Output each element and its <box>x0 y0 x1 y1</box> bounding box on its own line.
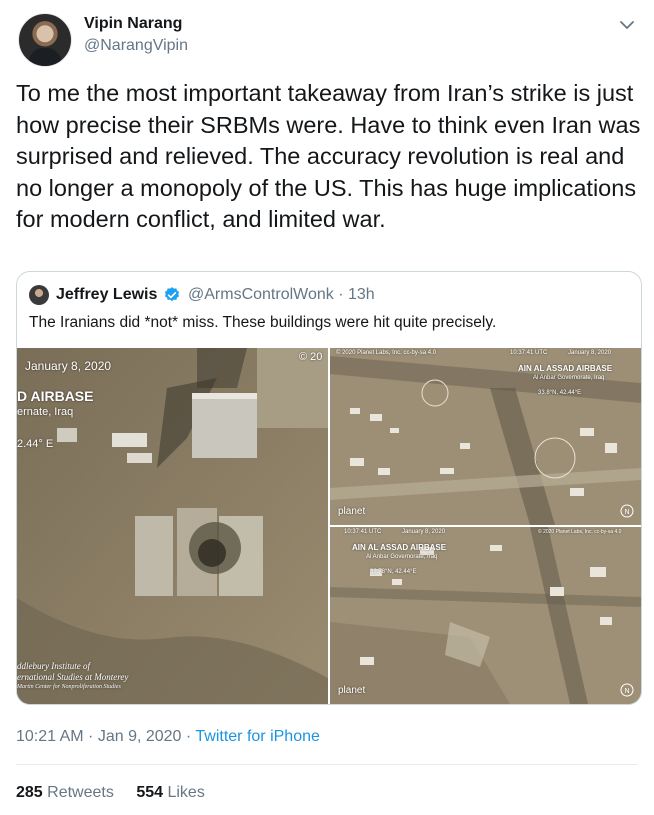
left-image-date: January 8, 2020 <box>25 359 112 373</box>
tr-image-logo: planet <box>338 506 366 517</box>
br-image-title: AIN AL ASSAD AIRBASE <box>352 543 447 552</box>
divider-top <box>16 764 638 765</box>
tweet-text: To me the most important takeaway from I… <box>16 80 641 232</box>
tr-image-copyright: © 2020 Planet Labs, Inc. cc-by-sa 4.0 <box>336 350 437 356</box>
tr-image-date: January 8, 2020 <box>568 350 612 356</box>
svg-text:N: N <box>624 509 629 516</box>
left-image-credit-1: ddlebury Institute of <box>17 661 90 671</box>
tr-image-coordinates: 33.8°N, 42.44°E <box>538 390 582 396</box>
left-image-copyright: © 20 <box>299 351 323 363</box>
br-image-subtitle: Al Anbar Governorate, Iraq <box>366 554 438 560</box>
quoted-text: The Iranians did *not* miss. These build… <box>29 314 497 331</box>
br-image-coordinates: 33.78°N, 42.44°E <box>370 569 417 575</box>
retweets-count: 285 <box>16 784 43 801</box>
retweets-label: Retweets <box>47 784 114 801</box>
quoted-author-avatar[interactable] <box>29 285 49 305</box>
quoted-tweet[interactable]: Jeffrey Lewis @ArmsControlWonk · 13h The… <box>16 271 642 705</box>
tr-image-time: 10:37:41 UTC <box>510 350 548 356</box>
satellite-image-overview-1[interactable]: © 2020 Planet Labs, Inc. cc-by-sa 4.0 10… <box>330 348 641 525</box>
tweet-date[interactable]: Jan 9, 2020 <box>98 728 182 745</box>
likes-stat[interactable]: 554 Likes <box>136 784 205 801</box>
verified-badge-icon <box>164 287 180 302</box>
media-grid: January 8, 2020 © 20 D AIRBASE ernate, I… <box>17 348 641 704</box>
svg-text:N: N <box>624 688 629 695</box>
author-handle[interactable]: @NarangVipin <box>84 37 188 55</box>
likes-label: Likes <box>167 784 205 801</box>
tweet-meta: 10:21 AM · Jan 9, 2020 · Twitter for iPh… <box>16 728 320 746</box>
left-image-title: D AIRBASE <box>17 388 94 404</box>
tweet-header: Vipin Narang @NarangVipin <box>16 10 638 67</box>
br-image-time: 10:37:41 UTC <box>344 529 382 535</box>
tweet-time[interactable]: 10:21 AM <box>16 728 84 745</box>
tweet-source-link[interactable]: Twitter for iPhone <box>195 728 320 745</box>
author-name[interactable]: Vipin Narang <box>84 15 182 33</box>
likes-count: 554 <box>136 784 164 801</box>
left-image-credit-2: ernational Studies at Monterey <box>17 672 129 682</box>
north-arrow-icon: N <box>620 683 634 697</box>
north-arrow-icon: N <box>620 504 634 518</box>
retweets-stat[interactable]: 285 Retweets <box>16 784 114 801</box>
chevron-down-icon[interactable] <box>618 16 636 34</box>
left-image-subtitle: ernate, Iraq <box>17 406 74 418</box>
tweet-stats: 285 Retweets 554 Likes <box>16 784 223 802</box>
left-image-coordinates: 2.44° E <box>17 438 54 450</box>
tr-image-title: AIN AL ASSAD AIRBASE <box>518 364 613 373</box>
tr-image-subtitle: Al Anbar Governorate, Iraq <box>533 375 605 381</box>
meta-separator-1: · <box>83 728 98 745</box>
satellite-image-overview-2[interactable]: 10:37:41 UTC January 8, 2020 © 2020 Plan… <box>330 527 641 704</box>
author-avatar[interactable] <box>18 13 72 67</box>
quoted-handle-time: @ArmsControlWonk · 13h <box>188 286 375 303</box>
satellite-image-closeup[interactable]: January 8, 2020 © 20 D AIRBASE ernate, I… <box>17 348 328 704</box>
br-image-date: January 8, 2020 <box>402 529 446 535</box>
br-image-logo: planet <box>338 685 366 696</box>
left-image-credit-3: Martin Center for Nonproliferation Studi… <box>17 684 121 690</box>
quoted-author-name[interactable]: Jeffrey Lewis <box>56 286 157 304</box>
br-image-copyright: © 2020 Planet Labs, Inc. cc-by-sa 4.0 <box>538 529 622 535</box>
meta-separator-2: · <box>181 728 196 745</box>
